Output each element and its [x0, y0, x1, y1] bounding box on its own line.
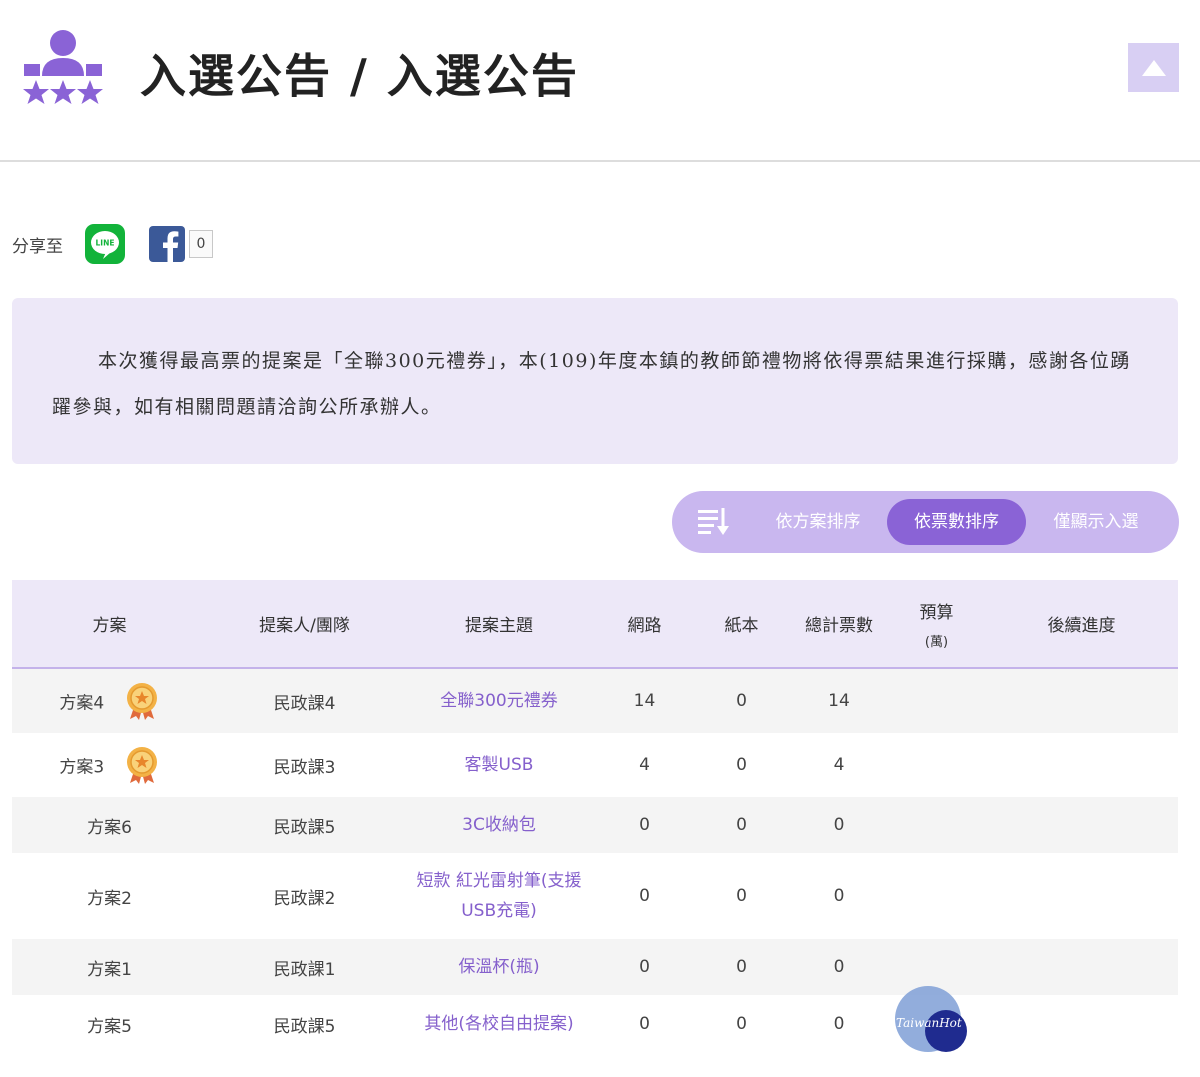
topic-link[interactable]: 短款 紅光雷射筆(支援USB充電) — [402, 853, 596, 939]
proposer-cell: 民政課1 — [273, 959, 336, 980]
case-cell: 方案3 — [12, 733, 207, 797]
total-votes: 0 — [833, 815, 845, 835]
budget-cell — [888, 853, 985, 939]
page-title: 入選公告 / 入選公告 — [140, 49, 579, 103]
svg-text:LINE: LINE — [96, 239, 115, 248]
budget-cell — [888, 797, 985, 853]
table-header-row: 方案 提案人/團隊 提案主題 網路 紙本 總計票數 預算 (萬) 後續進度 — [12, 580, 1178, 669]
col-progress: 後續進度 — [985, 580, 1178, 669]
progress-cell — [985, 668, 1178, 733]
paper-votes: 0 — [736, 691, 747, 711]
topic-link[interactable]: 其他(各校自由提案) — [402, 995, 596, 1053]
topic-link[interactable]: 全聯300元禮券 — [402, 668, 596, 733]
paper-votes: 0 — [736, 1014, 747, 1034]
proposer-cell: 民政課5 — [273, 817, 336, 838]
progress-cell — [985, 853, 1178, 939]
topic-link[interactable]: 客製USB — [402, 733, 596, 797]
online-votes: 14 — [633, 691, 656, 711]
total-votes: 0 — [833, 957, 845, 977]
case-name: 方案5 — [87, 1016, 132, 1037]
sort-toolbar: 依方案排序 依票數排序 僅顯示入選 — [672, 491, 1179, 553]
case-name: 方案1 — [87, 959, 132, 980]
paper-votes: 0 — [736, 957, 747, 977]
page-header: 入選公告 / 入選公告 — [0, 0, 1200, 162]
results-table: 方案 提案人/團隊 提案主題 網路 紙本 總計票數 預算 (萬) 後續進度 方案… — [12, 580, 1178, 1053]
scroll-top-button[interactable] — [1128, 43, 1179, 92]
topic-link[interactable]: 3C收納包 — [402, 797, 596, 853]
taiwanhot-watermark-logo: TaiwanHot — [895, 986, 967, 1052]
col-online: 網路 — [596, 580, 693, 669]
proposer-cell: 民政課5 — [273, 1016, 336, 1037]
sort-by-case-button[interactable]: 依方案排序 — [756, 499, 880, 545]
budget-cell — [888, 733, 985, 797]
case-name: 方案2 — [87, 888, 132, 909]
case-name: 方案3 — [59, 757, 105, 778]
table-row: 方案4 民政課4 全聯300元禮券 14 0 14 — [12, 668, 1178, 733]
topic-link-text: 短款 紅光雷射筆(支援USB充電) — [416, 871, 582, 921]
progress-cell — [985, 733, 1178, 797]
col-topic: 提案主題 — [402, 580, 596, 669]
online-votes: 0 — [639, 886, 650, 906]
total-votes: 0 — [833, 886, 845, 906]
triangle-up-icon — [1141, 59, 1166, 76]
case-name: 方案4 — [59, 693, 105, 714]
show-selected-only-button[interactable]: 僅顯示入選 — [1034, 499, 1158, 545]
paper-votes: 0 — [736, 815, 747, 835]
result-notice: 本次獲得最高票的提案是「全聯300元禮券」，本(109)年度本鎮的教師節禮物將依… — [12, 298, 1178, 464]
line-share-icon[interactable]: LINE — [85, 224, 125, 264]
col-paper: 紙本 — [693, 580, 790, 669]
col-proposer: 提案人/團隊 — [207, 580, 402, 669]
medal-icon — [126, 683, 157, 720]
svg-text:TaiwanHot: TaiwanHot — [896, 1016, 962, 1030]
medal-icon — [126, 747, 157, 784]
case-name: 方案6 — [87, 817, 132, 838]
proposer-cell: 民政課2 — [273, 888, 336, 909]
table-row: 方案2 民政課2 短款 紅光雷射筆(支援USB充電) 0 0 0 — [12, 853, 1178, 939]
sort-descending-icon — [698, 508, 729, 535]
total-votes: 4 — [833, 755, 845, 775]
table-row: 方案6 民政課5 3C收納包 0 0 0 — [12, 797, 1178, 853]
col-case: 方案 — [12, 580, 207, 669]
voting-people-stars-icon — [23, 30, 103, 104]
case-cell: 方案4 — [12, 668, 207, 733]
paper-votes: 0 — [736, 755, 747, 775]
online-votes: 0 — [639, 1014, 650, 1034]
sort-by-votes-button[interactable]: 依票數排序 — [887, 499, 1026, 545]
facebook-share-count: 0 — [189, 230, 213, 258]
online-votes: 4 — [639, 755, 650, 775]
progress-cell — [985, 797, 1178, 853]
progress-cell — [985, 995, 1178, 1053]
online-votes: 0 — [639, 957, 650, 977]
proposer-cell: 民政課4 — [273, 693, 336, 714]
proposer-cell: 民政課3 — [273, 757, 336, 778]
budget-label: 預算 — [919, 602, 954, 623]
table-row: 方案5 民政課5 其他(各校自由提案) 0 0 0 — [12, 995, 1178, 1053]
online-votes: 0 — [639, 815, 650, 835]
paper-votes: 0 — [736, 886, 747, 906]
budget-cell — [888, 668, 985, 733]
total-votes: 14 — [828, 691, 850, 711]
progress-cell — [985, 939, 1178, 995]
col-budget: 預算 (萬) — [888, 580, 985, 669]
facebook-share-icon[interactable] — [149, 226, 185, 262]
topic-link[interactable]: 保溫杯(瓶) — [402, 939, 596, 995]
notice-text: 本次獲得最高票的提案是「全聯300元禮券」，本(109)年度本鎮的教師節禮物將依… — [52, 350, 1131, 418]
table-row: 方案1 民政課1 保溫杯(瓶) 0 0 0 — [12, 939, 1178, 995]
col-total: 總計票數 — [790, 580, 888, 669]
budget-unit: (萬) — [924, 634, 949, 650]
total-votes: 0 — [833, 1014, 845, 1034]
share-label: 分享至 — [12, 236, 63, 257]
table-row: 方案3 民政課3 客製USB 4 0 4 — [12, 733, 1178, 797]
share-bar: 分享至 LINE 0 — [12, 224, 213, 264]
